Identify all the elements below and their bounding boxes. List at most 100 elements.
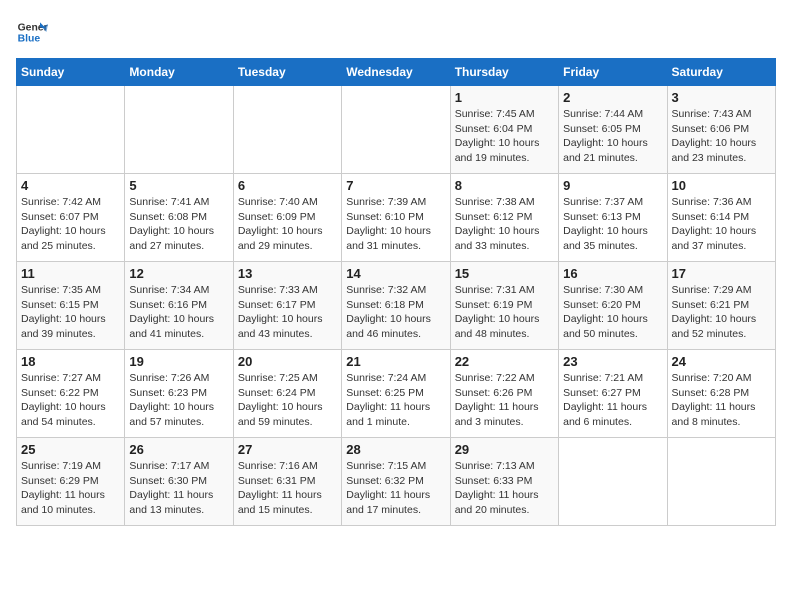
day-info: Sunrise: 7:40 AM Sunset: 6:09 PM Dayligh… <box>238 195 337 254</box>
calendar-cell: 24 Sunrise: 7:20 AM Sunset: 6:28 PM Dayli… <box>667 350 775 438</box>
calendar-cell: 23 Sunrise: 7:21 AM Sunset: 6:27 PM Dayli… <box>559 350 667 438</box>
day-info: Sunrise: 7:41 AM Sunset: 6:08 PM Dayligh… <box>129 195 228 254</box>
day-info: Sunrise: 7:20 AM Sunset: 6:28 PM Dayligh… <box>672 371 771 430</box>
calendar-cell: 11 Sunrise: 7:35 AM Sunset: 6:15 PM Dayli… <box>17 262 125 350</box>
day-number: 20 <box>238 354 337 369</box>
day-info: Sunrise: 7:34 AM Sunset: 6:16 PM Dayligh… <box>129 283 228 342</box>
day-info: Sunrise: 7:32 AM Sunset: 6:18 PM Dayligh… <box>346 283 445 342</box>
day-info: Sunrise: 7:29 AM Sunset: 6:21 PM Dayligh… <box>672 283 771 342</box>
calendar-cell: 6 Sunrise: 7:40 AM Sunset: 6:09 PM Daylig… <box>233 174 341 262</box>
day-info: Sunrise: 7:44 AM Sunset: 6:05 PM Dayligh… <box>563 107 662 166</box>
day-number: 28 <box>346 442 445 457</box>
weekday-header: Friday <box>559 59 667 86</box>
calendar-cell: 25 Sunrise: 7:19 AM Sunset: 6:29 PM Dayli… <box>17 438 125 526</box>
weekday-header: Monday <box>125 59 233 86</box>
day-number: 8 <box>455 178 554 193</box>
day-number: 7 <box>346 178 445 193</box>
day-info: Sunrise: 7:26 AM Sunset: 6:23 PM Dayligh… <box>129 371 228 430</box>
svg-text:Blue: Blue <box>18 34 41 45</box>
day-info: Sunrise: 7:45 AM Sunset: 6:04 PM Dayligh… <box>455 107 554 166</box>
weekday-header: Sunday <box>17 59 125 86</box>
day-info: Sunrise: 7:16 AM Sunset: 6:31 PM Dayligh… <box>238 459 337 518</box>
day-number: 21 <box>346 354 445 369</box>
day-info: Sunrise: 7:27 AM Sunset: 6:22 PM Dayligh… <box>21 371 120 430</box>
calendar-cell: 1 Sunrise: 7:45 AM Sunset: 6:04 PM Daylig… <box>450 86 558 174</box>
calendar-cell: 10Sunrise: 7:36 AM Sunset: 6:14 PM Dayli… <box>667 174 775 262</box>
day-info: Sunrise: 7:15 AM Sunset: 6:32 PM Dayligh… <box>346 459 445 518</box>
day-info: Sunrise: 7:25 AM Sunset: 6:24 PM Dayligh… <box>238 371 337 430</box>
calendar-cell: 9Sunrise: 7:37 AM Sunset: 6:13 PM Daylig… <box>559 174 667 262</box>
calendar-cell: 3Sunrise: 7:43 AM Sunset: 6:06 PM Daylig… <box>667 86 775 174</box>
calendar-cell <box>559 438 667 526</box>
day-number: 5 <box>129 178 228 193</box>
day-number: 29 <box>455 442 554 457</box>
day-info: Sunrise: 7:42 AM Sunset: 6:07 PM Dayligh… <box>21 195 120 254</box>
calendar-cell: 7 Sunrise: 7:39 AM Sunset: 6:10 PM Daylig… <box>342 174 450 262</box>
day-info: Sunrise: 7:19 AM Sunset: 6:29 PM Dayligh… <box>21 459 120 518</box>
calendar-table: SundayMondayTuesdayWednesdayThursdayFrid… <box>16 58 776 526</box>
calendar-cell: 27 Sunrise: 7:16 AM Sunset: 6:31 PM Dayli… <box>233 438 341 526</box>
day-number: 12 <box>129 266 228 281</box>
calendar-cell <box>342 86 450 174</box>
day-number: 16 <box>563 266 662 281</box>
day-number: 11 <box>21 266 120 281</box>
calendar-cell: 2 Sunrise: 7:44 AM Sunset: 6:05 PM Daylig… <box>559 86 667 174</box>
day-info: Sunrise: 7:37 AM Sunset: 6:13 PM Dayligh… <box>563 195 662 254</box>
day-number: 19 <box>129 354 228 369</box>
weekday-header: Tuesday <box>233 59 341 86</box>
calendar-cell: 13Sunrise: 7:33 AM Sunset: 6:17 PM Dayli… <box>233 262 341 350</box>
day-number: 27 <box>238 442 337 457</box>
day-info: Sunrise: 7:22 AM Sunset: 6:26 PM Dayligh… <box>455 371 554 430</box>
weekday-header-row: SundayMondayTuesdayWednesdayThursdayFrid… <box>17 59 776 86</box>
calendar-cell <box>17 86 125 174</box>
day-number: 15 <box>455 266 554 281</box>
calendar-cell: 21 Sunrise: 7:24 AM Sunset: 6:25 PM Dayli… <box>342 350 450 438</box>
day-info: Sunrise: 7:21 AM Sunset: 6:27 PM Dayligh… <box>563 371 662 430</box>
calendar-cell: 4 Sunrise: 7:42 AM Sunset: 6:07 PM Daylig… <box>17 174 125 262</box>
calendar-cell: 12 Sunrise: 7:34 AM Sunset: 6:16 PM Dayli… <box>125 262 233 350</box>
logo: General Blue <box>16 16 52 48</box>
day-number: 2 <box>563 90 662 105</box>
day-info: Sunrise: 7:43 AM Sunset: 6:06 PM Dayligh… <box>672 107 771 166</box>
day-info: Sunrise: 7:17 AM Sunset: 6:30 PM Dayligh… <box>129 459 228 518</box>
day-info: Sunrise: 7:38 AM Sunset: 6:12 PM Dayligh… <box>455 195 554 254</box>
day-number: 4 <box>21 178 120 193</box>
day-info: Sunrise: 7:33 AM Sunset: 6:17 PM Dayligh… <box>238 283 337 342</box>
calendar-cell: 20 Sunrise: 7:25 AM Sunset: 6:24 PM Dayli… <box>233 350 341 438</box>
calendar-week-row: 1 Sunrise: 7:45 AM Sunset: 6:04 PM Daylig… <box>17 86 776 174</box>
calendar-cell: 22 Sunrise: 7:22 AM Sunset: 6:26 PM Dayli… <box>450 350 558 438</box>
weekday-header: Saturday <box>667 59 775 86</box>
day-number: 22 <box>455 354 554 369</box>
day-info: Sunrise: 7:35 AM Sunset: 6:15 PM Dayligh… <box>21 283 120 342</box>
day-number: 25 <box>21 442 120 457</box>
day-number: 14 <box>346 266 445 281</box>
logo-icon: General Blue <box>16 16 48 48</box>
calendar-cell <box>233 86 341 174</box>
calendar-cell: 5 Sunrise: 7:41 AM Sunset: 6:08 PM Daylig… <box>125 174 233 262</box>
day-info: Sunrise: 7:31 AM Sunset: 6:19 PM Dayligh… <box>455 283 554 342</box>
day-number: 6 <box>238 178 337 193</box>
calendar-cell: 15 Sunrise: 7:31 AM Sunset: 6:19 PM Dayli… <box>450 262 558 350</box>
calendar-cell: 18Sunrise: 7:27 AM Sunset: 6:22 PM Dayli… <box>17 350 125 438</box>
day-number: 24 <box>672 354 771 369</box>
calendar-week-row: 25 Sunrise: 7:19 AM Sunset: 6:29 PM Dayli… <box>17 438 776 526</box>
day-info: Sunrise: 7:39 AM Sunset: 6:10 PM Dayligh… <box>346 195 445 254</box>
calendar-cell <box>125 86 233 174</box>
calendar-cell: 8 Sunrise: 7:38 AM Sunset: 6:12 PM Daylig… <box>450 174 558 262</box>
calendar-cell: 26 Sunrise: 7:17 AM Sunset: 6:30 PM Dayli… <box>125 438 233 526</box>
day-number: 26 <box>129 442 228 457</box>
header: General Blue <box>16 16 776 48</box>
calendar-cell: 28 Sunrise: 7:15 AM Sunset: 6:32 PM Dayli… <box>342 438 450 526</box>
day-info: Sunrise: 7:24 AM Sunset: 6:25 PM Dayligh… <box>346 371 445 430</box>
calendar-cell: 19 Sunrise: 7:26 AM Sunset: 6:23 PM Dayli… <box>125 350 233 438</box>
weekday-header: Thursday <box>450 59 558 86</box>
calendar-week-row: 18Sunrise: 7:27 AM Sunset: 6:22 PM Dayli… <box>17 350 776 438</box>
day-number: 17 <box>672 266 771 281</box>
day-number: 1 <box>455 90 554 105</box>
calendar-cell: 17 Sunrise: 7:29 AM Sunset: 6:21 PM Dayli… <box>667 262 775 350</box>
calendar-cell <box>667 438 775 526</box>
day-info: Sunrise: 7:30 AM Sunset: 6:20 PM Dayligh… <box>563 283 662 342</box>
day-number: 23 <box>563 354 662 369</box>
day-info: Sunrise: 7:13 AM Sunset: 6:33 PM Dayligh… <box>455 459 554 518</box>
weekday-header: Wednesday <box>342 59 450 86</box>
